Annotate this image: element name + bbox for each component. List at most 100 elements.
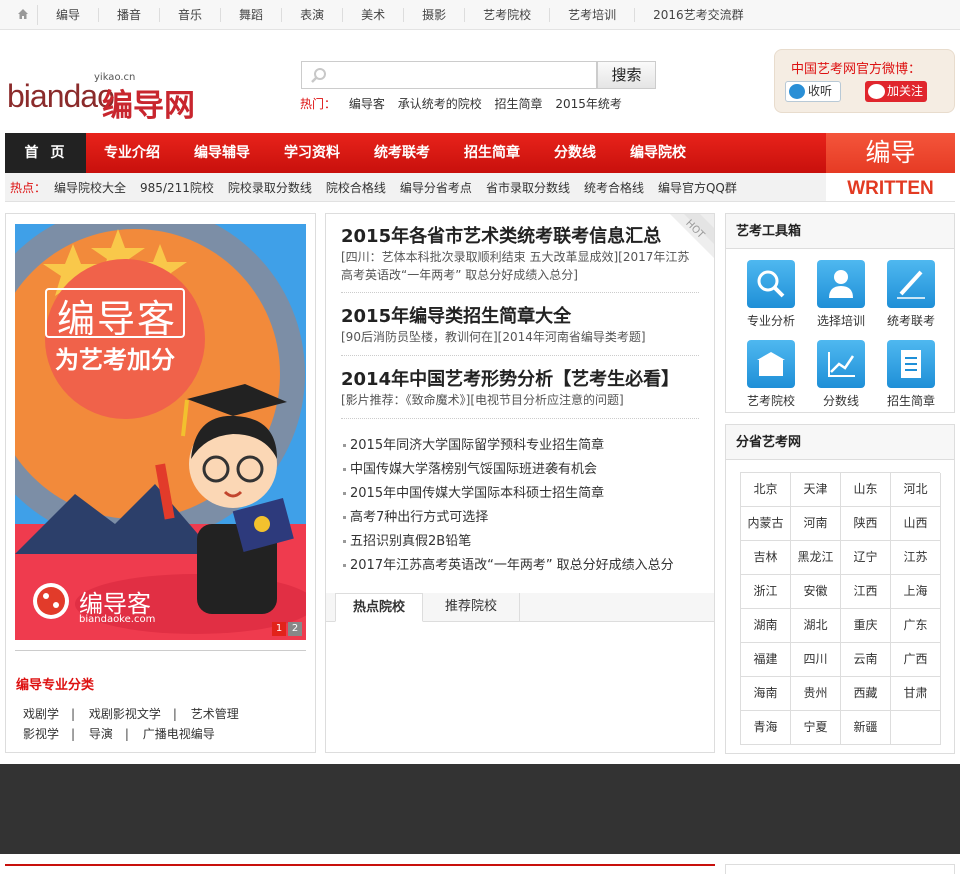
province-grid: 北京 天津 山东 河北内蒙古 河南 陕西 山西吉林 黑龙江 辽宁 江苏浙江 安徽 江西 上海湖南 湖北 重庆…	[740, 472, 941, 745]
top-link[interactable]: 2016艺考交流群	[635, 8, 762, 22]
headline-1[interactable]: 2015年各省市艺术类统考联考信息汇总	[341, 222, 661, 248]
hotbar-link[interactable]: 省市录取分数线	[486, 179, 570, 196]
tool-unified-exam[interactable]: 统考联考	[881, 260, 941, 329]
tool-label: 选择培训	[816, 314, 865, 328]
category-link[interactable]: 戏剧影视文学	[89, 707, 161, 721]
province-link[interactable]: 湖南	[741, 609, 791, 643]
province-link[interactable]: 黑龙江	[791, 541, 841, 575]
province-link[interactable]: 四川	[791, 643, 841, 677]
province-link[interactable]: 吉林	[741, 541, 791, 575]
province-link[interactable]: 湖北	[791, 609, 841, 643]
top-link[interactable]: 美术	[343, 8, 405, 22]
category-link[interactable]: 影视学	[23, 727, 59, 741]
province-link[interactable]: 甘肃	[891, 677, 941, 711]
province-link[interactable]: 新疆	[841, 711, 891, 745]
headline-3-sub[interactable]: [影片推荐：《致命魔术》][电视节目分析应注意的问题]	[341, 391, 691, 409]
province-link[interactable]: 山东	[841, 473, 891, 507]
province-link[interactable]: 贵州	[791, 677, 841, 711]
hotbar-link[interactable]: 985/211院校	[140, 179, 214, 196]
headline-3[interactable]: 2014年中国艺考形势分析【艺考生必看】	[341, 365, 679, 391]
province-link[interactable]: 陕西	[841, 507, 891, 541]
nav-item[interactable]: 招生简章	[446, 133, 536, 173]
top-link[interactable]: 舞蹈	[221, 8, 283, 22]
site-logo[interactable]: yikao.cn biandao 编导网	[7, 72, 217, 124]
province-link[interactable]: 江西	[841, 575, 891, 609]
hot-word[interactable]: 2015年统考	[555, 97, 622, 111]
tool-schools[interactable]: 艺考院校	[741, 340, 801, 409]
top-link[interactable]: 艺考院校	[465, 8, 551, 22]
province-link[interactable]: 浙江	[741, 575, 791, 609]
province-link[interactable]: 上海	[891, 575, 941, 609]
top-link[interactable]: 艺考培训	[550, 8, 636, 22]
list-item[interactable]: 中国传媒大学落榜别气馁国际班进袭有机会	[343, 458, 674, 482]
banner-slide[interactable]: 编导客 为艺考加分 编导客 biandaoke.com 1 2	[15, 224, 306, 640]
hotbar-link[interactable]: 编导官方QQ群	[658, 179, 737, 196]
headline-2-sub[interactable]: [90后消防员坠楼，教训何在][2014年河南省编导类考题]	[341, 328, 691, 346]
category-link[interactable]: 戏剧学	[23, 707, 59, 721]
hot-word[interactable]: 编导客	[349, 97, 385, 111]
tool-score-line[interactable]: 分数线	[811, 340, 871, 409]
top-link[interactable]: 编导	[38, 8, 100, 22]
province-link[interactable]: 广东	[891, 609, 941, 643]
top-link[interactable]: 表演	[282, 8, 344, 22]
list-item[interactable]: 2015年中国传媒大学国际本科硕士招生简章	[343, 482, 674, 506]
category-link[interactable]: 广播电视编导	[143, 727, 215, 741]
list-item[interactable]: 五招识别真假2B铅笔	[343, 530, 674, 554]
hot-word[interactable]: 招生简章	[495, 97, 543, 111]
province-link[interactable]: 宁夏	[791, 711, 841, 745]
province-link[interactable]: 海南	[741, 677, 791, 711]
province-link[interactable]: 河南	[791, 507, 841, 541]
toolbox-title: 艺考工具箱	[726, 214, 954, 249]
hot-word[interactable]: 承认统考的院校	[398, 97, 482, 111]
province-link[interactable]: 重庆	[841, 609, 891, 643]
hotbar-link[interactable]: 统考合格线	[584, 179, 644, 196]
province-link[interactable]: 河北	[891, 473, 941, 507]
list-item[interactable]: 2015年同济大学国际留学预科专业招生简章	[343, 434, 674, 458]
province-link[interactable]: 青海	[741, 711, 791, 745]
nav-item[interactable]: 统考联考	[356, 133, 446, 173]
pager-dot-2[interactable]: 2	[288, 622, 302, 636]
home-icon[interactable]	[6, 5, 38, 25]
province-link[interactable]: 天津	[791, 473, 841, 507]
nav-item[interactable]: 专业介绍	[86, 133, 176, 173]
province-link[interactable]: 北京	[741, 473, 791, 507]
top-link[interactable]: 摄影	[404, 8, 466, 22]
tab-recommended-schools[interactable]: 推荐院校	[423, 593, 520, 622]
category-link[interactable]: 导演	[89, 727, 113, 741]
hotbar-link[interactable]: 院校录取分数线	[228, 179, 312, 196]
province-link[interactable]: 江苏	[891, 541, 941, 575]
province-link[interactable]: 福建	[741, 643, 791, 677]
top-link[interactable]: 播音	[99, 8, 161, 22]
province-link[interactable]: 安徽	[791, 575, 841, 609]
tab-hot-schools[interactable]: 热点院校	[335, 593, 423, 622]
search-input[interactable]	[301, 61, 597, 89]
nav-home[interactable]: 首页	[5, 133, 86, 173]
tool-admissions[interactable]: 招生简章	[881, 340, 941, 409]
nav-item[interactable]: 分数线	[536, 133, 612, 173]
province-link[interactable]: 西藏	[841, 677, 891, 711]
category-link[interactable]: 艺术管理	[191, 707, 239, 721]
qq-follow-button[interactable]: 收听	[785, 81, 841, 102]
list-item[interactable]: 高考7种出行方式可选择	[343, 506, 674, 530]
headline-2[interactable]: 2015年编导类招生简章大全	[341, 302, 571, 328]
search-button[interactable]: 搜索	[597, 61, 656, 89]
top-link[interactable]: 音乐	[160, 8, 222, 22]
province-link[interactable]: 山西	[891, 507, 941, 541]
hotbar-link[interactable]: 编导分省考点	[400, 179, 472, 196]
province-link[interactable]: 内蒙古	[741, 507, 791, 541]
pager-dot-1[interactable]: 1	[272, 622, 286, 636]
tool-training[interactable]: 选择培训	[811, 260, 871, 329]
headline-1-sub[interactable]: [四川：艺体本科批次录取顺利结束 五大改革显成效][2017年江苏高考英语改“一…	[341, 248, 691, 284]
nav-item[interactable]: 学习资料	[266, 133, 356, 173]
province-link[interactable]: 辽宁	[841, 541, 891, 575]
nav-item[interactable]: 编导院校	[612, 133, 702, 173]
province-link[interactable]: 云南	[841, 643, 891, 677]
hotbar-link[interactable]: 院校合格线	[326, 179, 386, 196]
nav-item[interactable]: 编导辅导	[176, 133, 266, 173]
sina-follow-button[interactable]: 加关注	[865, 81, 927, 102]
nav-items: 专业介绍 编导辅导 学习资料 统考联考 招生简章 分数线 编导院校	[86, 133, 702, 173]
hotbar-link[interactable]: 编导院校大全	[54, 179, 126, 196]
tool-major-analysis[interactable]: 专业分析	[741, 260, 801, 329]
list-item[interactable]: 2017年江苏高考英语改“一年两考” 取总分好成绩入总分	[343, 554, 674, 578]
province-link[interactable]: 广西	[891, 643, 941, 677]
